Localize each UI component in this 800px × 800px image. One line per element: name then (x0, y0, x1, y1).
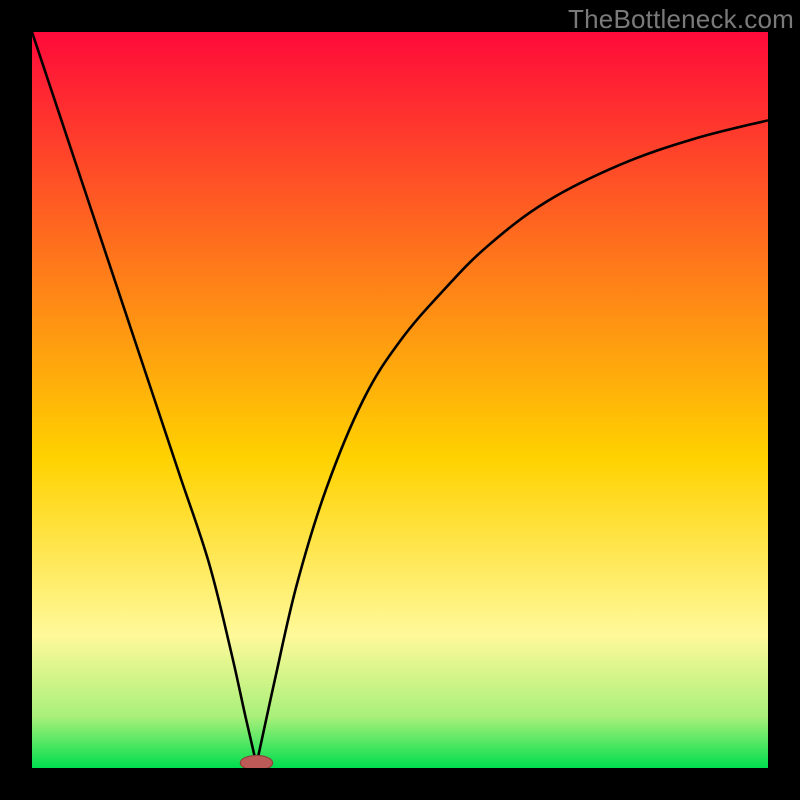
minimum-marker (240, 755, 272, 768)
plot-svg (32, 32, 768, 768)
attribution-text: TheBottleneck.com (568, 4, 794, 35)
gradient-background (32, 32, 768, 768)
plot-area (32, 32, 768, 768)
chart-frame: TheBottleneck.com (0, 0, 800, 800)
